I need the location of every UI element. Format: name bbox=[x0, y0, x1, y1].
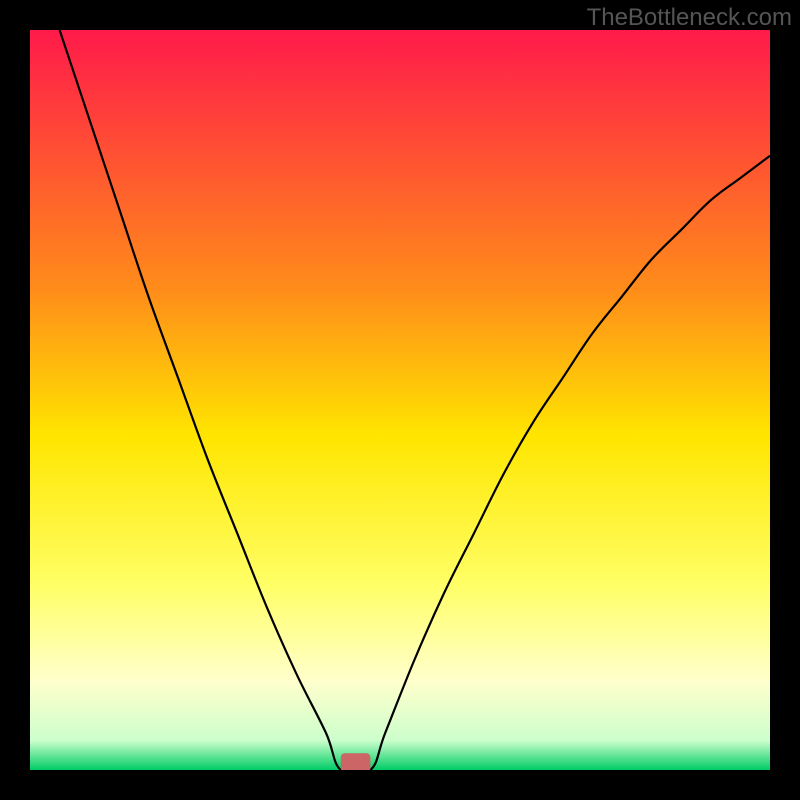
watermark-text: TheBottleneck.com bbox=[587, 4, 792, 32]
bottleneck-chart bbox=[30, 30, 770, 770]
plot-background bbox=[30, 30, 770, 770]
optimal-marker bbox=[341, 753, 371, 770]
